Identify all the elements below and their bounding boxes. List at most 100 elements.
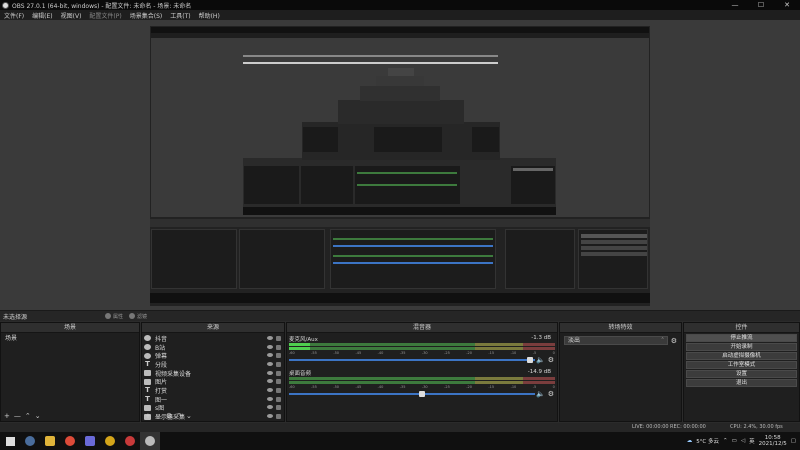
lock-icon[interactable] bbox=[276, 344, 281, 350]
volume-icon[interactable]: ◁ bbox=[741, 438, 745, 444]
app-circle-icon[interactable] bbox=[100, 432, 120, 450]
lock-icon[interactable] bbox=[276, 353, 281, 359]
source-properties-gear-icon[interactable]: ⚙ bbox=[166, 412, 172, 420]
menu-edit[interactable]: 编辑(E) bbox=[28, 11, 56, 20]
mixer-header: 混音器 bbox=[287, 323, 557, 333]
visibility-eye-icon[interactable] bbox=[267, 396, 273, 401]
volume-slider-handle[interactable] bbox=[527, 357, 534, 363]
visibility-eye-icon[interactable] bbox=[267, 405, 273, 410]
chrome-icon[interactable] bbox=[60, 432, 80, 450]
source-item[interactable]: B站 bbox=[142, 343, 284, 352]
menu-view[interactable]: 视图(V) bbox=[57, 11, 86, 20]
menu-scene-collection[interactable]: 场景集合(S) bbox=[126, 11, 167, 20]
visibility-eye-icon[interactable] bbox=[267, 335, 273, 340]
nested-level-5 bbox=[360, 86, 440, 101]
app-icon[interactable] bbox=[80, 432, 100, 450]
menu-file[interactable]: 文件(F) bbox=[0, 11, 28, 20]
camera-icon bbox=[144, 370, 151, 377]
scene-item[interactable]: 场景 bbox=[3, 334, 137, 343]
volume-slider[interactable] bbox=[289, 357, 535, 363]
mixer-channels: 麦克风/Aux -1.3 dB -60 -55 -50 -45 -40 -35 -30 -25 -2… bbox=[287, 335, 557, 401]
network-icon[interactable]: ▭ bbox=[732, 438, 737, 444]
filters-button[interactable]: 滤镜 bbox=[129, 313, 147, 320]
lock-icon[interactable] bbox=[276, 379, 281, 385]
volume-slider-handle[interactable] bbox=[418, 391, 425, 397]
add-source-button[interactable]: + bbox=[145, 412, 151, 420]
channel-gear-icon[interactable]: ⚙ bbox=[548, 390, 554, 398]
preview-canvas[interactable] bbox=[0, 20, 800, 310]
stop-streaming-button[interactable]: 停止推流 bbox=[686, 334, 797, 342]
maximize-button[interactable]: ☐ bbox=[748, 1, 774, 9]
minimize-button[interactable]: — bbox=[722, 1, 748, 9]
tick-label: -30 bbox=[421, 385, 428, 389]
start-recording-button[interactable]: 开始录制 bbox=[686, 343, 797, 351]
steam-icon[interactable] bbox=[20, 432, 40, 450]
speaker-icon[interactable]: 🔈 bbox=[536, 356, 545, 364]
menu-profile[interactable]: 配置文件(P) bbox=[85, 11, 125, 20]
source-label: 图一 bbox=[155, 396, 168, 404]
lock-icon[interactable] bbox=[276, 361, 281, 367]
lock-icon[interactable] bbox=[276, 387, 281, 393]
settings-button[interactable]: 设置 bbox=[686, 370, 797, 378]
remove-source-button[interactable]: — bbox=[155, 412, 162, 420]
visibility-eye-icon[interactable] bbox=[267, 387, 273, 392]
input-language[interactable]: 英 bbox=[749, 437, 755, 445]
close-button[interactable]: ✕ bbox=[774, 1, 800, 9]
scenes-list: 场景 bbox=[1, 333, 139, 344]
volume-slider[interactable] bbox=[289, 391, 535, 397]
move-up-icon[interactable]: ⌃ bbox=[25, 412, 31, 420]
text-icon: T bbox=[145, 395, 150, 404]
move-up-icon[interactable]: ⌃ bbox=[176, 412, 182, 420]
tick-label: -45 bbox=[355, 351, 362, 355]
visibility-eye-icon[interactable] bbox=[267, 361, 273, 366]
source-item[interactable]: T 分段 bbox=[142, 360, 284, 369]
channel-gear-icon[interactable]: ⚙ bbox=[548, 356, 554, 364]
lock-icon[interactable] bbox=[276, 335, 281, 341]
transition-settings-gear-icon[interactable]: ⚙ bbox=[671, 337, 677, 345]
red-app-icon[interactable] bbox=[120, 432, 140, 450]
menu-help[interactable]: 帮助(H) bbox=[195, 11, 224, 20]
move-down-icon[interactable]: ⌄ bbox=[35, 412, 41, 420]
nested-level-6 bbox=[376, 76, 424, 86]
file-explorer-icon[interactable] bbox=[40, 432, 60, 450]
weather-icon[interactable]: ☁ bbox=[687, 438, 693, 444]
visibility-eye-icon[interactable] bbox=[267, 379, 273, 384]
visibility-eye-icon[interactable] bbox=[267, 353, 273, 358]
lock-icon[interactable] bbox=[276, 405, 281, 411]
studio-mode-button[interactable]: 工作室模式 bbox=[686, 361, 797, 369]
clock[interactable]: 10:58 2021/12/5 bbox=[759, 435, 787, 447]
browser-icon bbox=[144, 352, 151, 359]
cpu-status: CPU: 2.4%, 30.00 fps bbox=[730, 424, 783, 430]
exit-button[interactable]: 退出 bbox=[686, 379, 797, 387]
source-item[interactable]: 弹幕 bbox=[142, 351, 284, 360]
move-down-icon[interactable]: ⌄ bbox=[186, 412, 192, 420]
source-item[interactable]: 视频采集设备 bbox=[142, 369, 284, 378]
source-item[interactable]: 抖音 bbox=[142, 334, 284, 343]
source-item[interactable]: 图片 bbox=[142, 377, 284, 386]
tick-label: -20 bbox=[466, 385, 472, 389]
notification-icon[interactable]: ▢ bbox=[791, 438, 796, 444]
menu-tools[interactable]: 工具(T) bbox=[166, 11, 194, 20]
nested-level-1 bbox=[150, 217, 650, 305]
source-item[interactable]: T 图一 bbox=[142, 395, 284, 404]
visibility-eye-icon[interactable] bbox=[267, 370, 273, 375]
obs-taskbar-icon[interactable] bbox=[140, 432, 160, 450]
lock-icon[interactable] bbox=[276, 370, 281, 376]
scene-transitions-dock: 转场特效 淡出 ⚙ bbox=[559, 322, 682, 422]
remove-scene-button[interactable]: — bbox=[14, 412, 21, 420]
sources-list: 抖音 B站 弹幕 T 分段 视频采集设备 图片 T 打赏 T 图一 s图 显示器采集 bbox=[142, 333, 284, 421]
speaker-icon[interactable]: 🔈 bbox=[536, 390, 545, 398]
source-item[interactable]: T 打赏 bbox=[142, 386, 284, 395]
transition-select[interactable]: 淡出 bbox=[564, 336, 668, 345]
nested-level-7 bbox=[388, 68, 414, 76]
add-scene-button[interactable]: + bbox=[4, 412, 10, 420]
visibility-eye-icon[interactable] bbox=[267, 344, 273, 349]
chevron-up-icon[interactable]: ⌃ bbox=[723, 438, 728, 444]
windows-start-icon[interactable] bbox=[0, 432, 20, 450]
channel-name: 桌面音频 bbox=[289, 371, 312, 377]
browser-icon bbox=[144, 344, 151, 351]
properties-button[interactable]: 属性 bbox=[105, 313, 123, 320]
lock-icon[interactable] bbox=[276, 396, 281, 402]
start-virtual-camera-button[interactable]: 启动虚拟摄像机 bbox=[686, 352, 797, 360]
source-label: 弹幕 bbox=[155, 353, 168, 361]
